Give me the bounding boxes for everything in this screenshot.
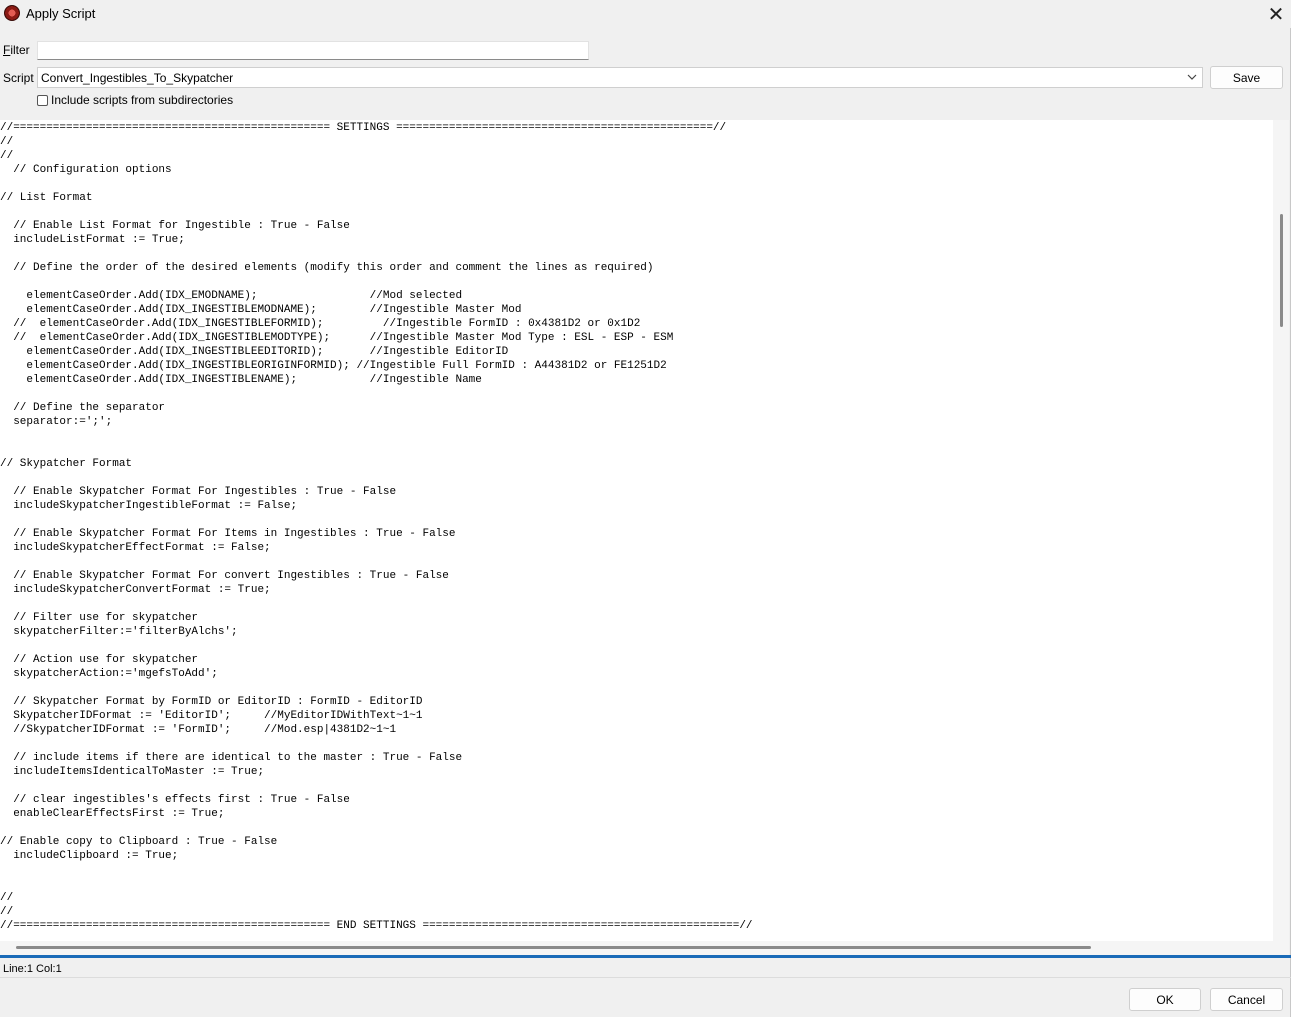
- filter-input[interactable]: [37, 41, 589, 60]
- include-subdirs-checkbox[interactable]: [37, 94, 48, 106]
- filter-label: Filter: [3, 43, 30, 57]
- vertical-scrollbar[interactable]: [1273, 120, 1289, 941]
- cursor-position-status: Line:1 Col:1: [3, 963, 62, 975]
- script-editor[interactable]: //======================================…: [0, 120, 1273, 941]
- close-icon[interactable]: ✕: [1261, 0, 1291, 28]
- script-code: //======================================…: [0, 122, 753, 932]
- include-subdirs-label: Include scripts from subdirectories: [51, 93, 234, 107]
- ok-button[interactable]: OK: [1129, 988, 1201, 1011]
- splitter-bar[interactable]: [0, 955, 1291, 958]
- cancel-button[interactable]: Cancel: [1210, 988, 1283, 1011]
- chevron-down-icon: [1187, 74, 1197, 80]
- vertical-scroll-thumb[interactable]: [1280, 214, 1283, 327]
- script-select-value: Convert_Ingestibles_To_Skypatcher: [41, 71, 234, 85]
- divider: [0, 977, 1291, 978]
- script-label: Script: [3, 71, 34, 85]
- app-icon: [4, 5, 20, 21]
- include-subdirs-option[interactable]: Include scripts from subdirectories: [37, 93, 233, 107]
- apply-script-dialog: Apply Script ✕ Filter Script Convert_Ing…: [0, 0, 1291, 1017]
- script-select[interactable]: Convert_Ingestibles_To_Skypatcher: [37, 67, 1203, 88]
- window-title: Apply Script: [26, 6, 96, 21]
- title-bar: Apply Script ✕: [0, 0, 1291, 28]
- horizontal-scroll-thumb[interactable]: [16, 946, 1091, 949]
- save-button[interactable]: Save: [1210, 66, 1283, 89]
- horizontal-scrollbar[interactable]: [0, 941, 1289, 955]
